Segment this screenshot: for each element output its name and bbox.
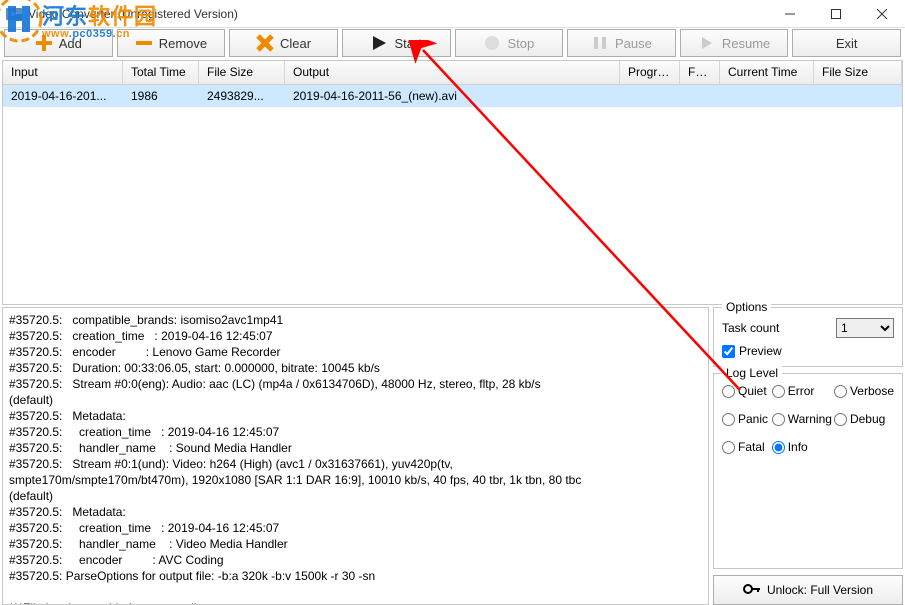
clear-button[interactable]: Clear xyxy=(229,29,338,57)
cell-input: 2019-04-16-201... xyxy=(3,87,123,105)
loglevel-group: Log Level Quiet Error Verbose Panic Warn… xyxy=(713,373,903,569)
col-total-time[interactable]: Total Time xyxy=(123,61,199,84)
col-input[interactable]: Input xyxy=(3,61,123,84)
resume-button[interactable]: Resume xyxy=(680,29,789,57)
cell-total-time: 1986 xyxy=(123,87,199,105)
col-output[interactable]: Output xyxy=(285,61,620,84)
maximize-button[interactable] xyxy=(813,0,859,28)
play-icon xyxy=(370,34,388,52)
pause-icon xyxy=(591,34,609,52)
loglevel-legend: Log Level xyxy=(722,366,782,380)
table-row[interactable]: 2019-04-16-201... 1986 2493829... 2019-0… xyxy=(3,85,902,107)
clear-icon xyxy=(256,34,274,52)
pause-label: Pause xyxy=(615,36,652,51)
titlebar: Video Converter (Unregistered Version) xyxy=(0,0,905,28)
cell-fps xyxy=(680,94,720,98)
radio-warning[interactable]: Warning xyxy=(772,412,832,426)
side-panel: Options Task count 1 Preview Log Level Q… xyxy=(713,307,903,605)
options-legend: Options xyxy=(722,300,771,314)
task-count-select[interactable]: 1 xyxy=(836,318,894,338)
toolbar: Add Remove Clear Start Stop Pause Resume… xyxy=(0,28,905,58)
cell-output: 2019-04-16-2011-56_(new).avi xyxy=(285,87,620,105)
remove-icon xyxy=(135,34,153,52)
remove-button[interactable]: Remove xyxy=(117,29,226,57)
task-count-label: Task count xyxy=(722,321,830,335)
unlock-button[interactable]: Unlock: Full Version xyxy=(713,575,903,605)
col-file-size-1[interactable]: File Size xyxy=(199,61,285,84)
preview-label: Preview xyxy=(739,344,782,358)
start-button[interactable]: Start xyxy=(342,29,451,57)
col-file-size-2[interactable]: File Size xyxy=(814,61,902,84)
exit-button[interactable]: Exit xyxy=(792,29,901,57)
clear-label: Clear xyxy=(280,36,311,51)
table-header: Input Total Time File Size Output Progre… xyxy=(3,61,902,85)
options-group: Options Task count 1 Preview xyxy=(713,307,903,367)
cell-progress xyxy=(620,94,680,98)
radio-error[interactable]: Error xyxy=(772,384,832,398)
key-icon xyxy=(743,582,761,599)
table-body: 2019-04-16-201... 1986 2493829... 2019-0… xyxy=(3,85,902,107)
start-label: Start xyxy=(394,36,421,51)
exit-label: Exit xyxy=(836,36,858,51)
radio-verbose[interactable]: Verbose xyxy=(834,384,894,398)
file-table: Input Total Time File Size Output Progre… xyxy=(2,60,903,305)
pause-button[interactable]: Pause xyxy=(567,29,676,57)
col-progress[interactable]: Progress xyxy=(620,61,680,84)
radio-fatal[interactable]: Fatal xyxy=(722,440,770,454)
resume-label: Resume xyxy=(722,36,770,51)
radio-quiet[interactable]: Quiet xyxy=(722,384,770,398)
cell-file-size-1: 2493829... xyxy=(199,87,285,105)
col-current-time[interactable]: Current Time xyxy=(720,61,814,84)
radio-info[interactable]: Info xyxy=(772,440,832,454)
stop-icon xyxy=(483,34,501,52)
add-icon xyxy=(35,34,53,52)
stop-label: Stop xyxy=(507,36,534,51)
radio-debug[interactable]: Debug xyxy=(834,412,894,426)
cell-file-size-2 xyxy=(814,94,902,98)
add-label: Add xyxy=(59,36,82,51)
log-textarea[interactable]: #35720.5: compatible_brands: isomiso2avc… xyxy=(2,307,709,605)
resume-icon xyxy=(698,34,716,52)
window-title: Video Converter (Unregistered Version) xyxy=(28,7,767,21)
app-icon xyxy=(6,6,22,22)
preview-checkbox[interactable] xyxy=(722,345,735,358)
stop-button[interactable]: Stop xyxy=(455,29,564,57)
unlock-label: Unlock: Full Version xyxy=(767,583,873,597)
close-button[interactable] xyxy=(859,0,905,28)
cell-current-time xyxy=(720,94,814,98)
radio-panic[interactable]: Panic xyxy=(722,412,770,426)
col-fps[interactable]: FPS xyxy=(680,61,720,84)
minimize-button[interactable] xyxy=(767,0,813,28)
remove-label: Remove xyxy=(159,36,207,51)
bottom-panel: #35720.5: compatible_brands: isomiso2avc… xyxy=(2,307,903,605)
add-button[interactable]: Add xyxy=(4,29,113,57)
